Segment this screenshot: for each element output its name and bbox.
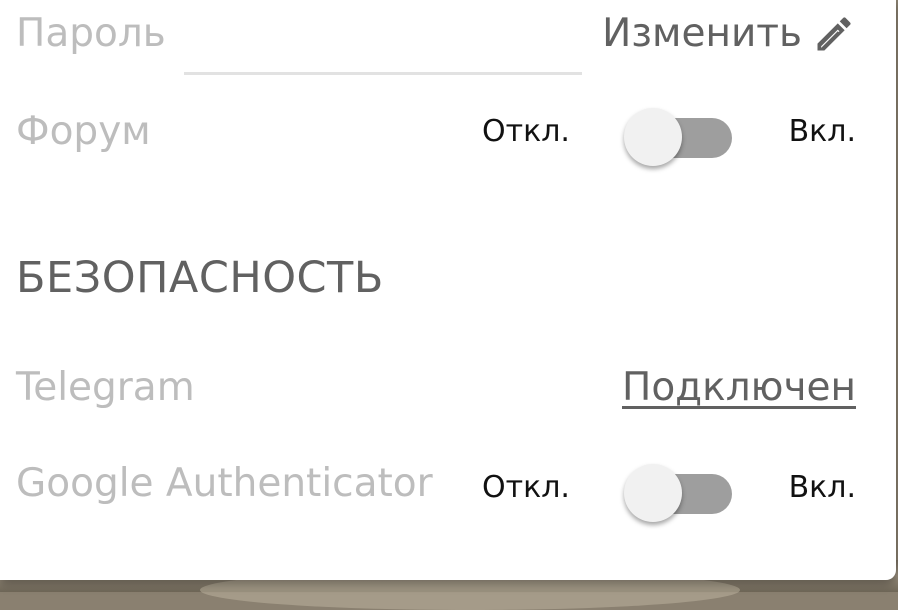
pencil-icon [817, 17, 851, 51]
forum-toggle-thumb [624, 108, 682, 166]
password-row: Пароль Изменить [16, 10, 856, 75]
google-authenticator-row: Google Authenticator Откл. Вкл. [16, 460, 856, 522]
forum-toggle[interactable] [624, 108, 734, 166]
forum-label: Форум [16, 109, 151, 154]
google-authenticator-off-label: Откл. [482, 470, 570, 505]
forum-off-label: Откл. [482, 114, 570, 149]
google-authenticator-toggle-thumb [624, 464, 682, 522]
google-authenticator-label: Google Authenticator [16, 461, 433, 506]
telegram-row: Telegram Подключен [16, 362, 856, 422]
security-section-title: БЕЗОПАСНОСТЬ [16, 253, 384, 303]
settings-card: Пароль Изменить Форум Откл. Вкл. БЕЗОПАС… [0, 0, 896, 580]
forum-on-label: Вкл. [788, 114, 856, 149]
telegram-status-link[interactable]: Подключен [622, 364, 856, 412]
change-password-button[interactable]: Изменить [602, 10, 856, 58]
change-password-label: Изменить [602, 11, 802, 56]
telegram-label: Telegram [16, 365, 195, 410]
google-authenticator-toggle[interactable] [624, 464, 734, 522]
google-authenticator-on-label: Вкл. [788, 470, 856, 505]
password-field[interactable] [184, 16, 582, 75]
forum-row: Форум Откл. Вкл. [16, 104, 856, 166]
password-label: Пароль [16, 11, 166, 56]
